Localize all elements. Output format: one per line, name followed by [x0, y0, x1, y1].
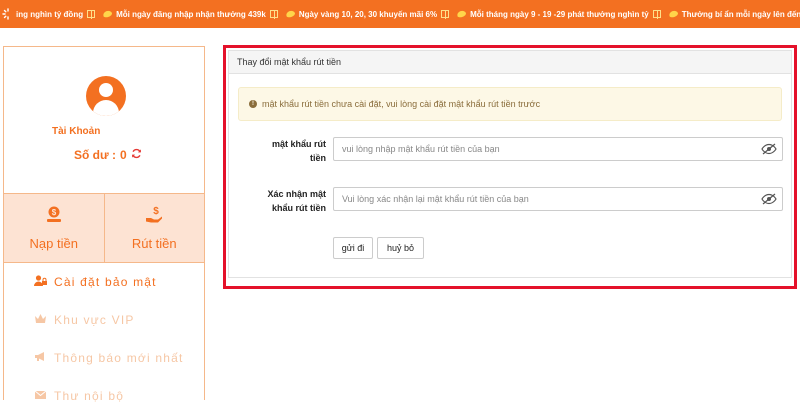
account-sidebar: Tài Khoản Số dư : 0 $ Nạp tiền $ Rút tiề… — [3, 46, 205, 403]
confirm-label-line2: khẩu rút tiền — [271, 203, 326, 213]
deposit-button[interactable]: $ Nạp tiền — [4, 194, 104, 262]
panel-title: Thay đổi mật khẩu rút tiền — [229, 51, 791, 74]
sidebar-item-inbox[interactable]: Thư nội bộ — [4, 377, 204, 415]
ticker-item: Mỗi ngày đăng nhập nhận thưởng 439k — [102, 9, 278, 19]
password-field — [333, 137, 783, 161]
password-label-line1: mật khẩu rút — [271, 139, 326, 149]
profile-card: Tài Khoản Số dư : 0 — [4, 47, 204, 194]
avatar-icon — [86, 76, 126, 116]
envelope-icon — [34, 389, 48, 403]
sidebar-item-security[interactable]: Cài đặt bảo mật — [4, 263, 204, 301]
ticker-item: ing nghìn tỷ đồng — [16, 10, 96, 19]
sidebar-item-label: Thư nội bộ — [54, 389, 125, 403]
crown-icon — [34, 313, 48, 327]
svg-text:$: $ — [153, 206, 159, 217]
withdraw-password-panel: Thay đổi mật khẩu rút tiền ! mật khẩu rú… — [223, 45, 797, 289]
password-label-line2: tiền — [309, 153, 326, 163]
megaphone-icon — [0, 0, 16, 28]
sidebar-item-label: Khu vực VIP — [54, 313, 135, 327]
password-row: mật khẩu rút tiền — [229, 137, 795, 165]
info-icon: ! — [249, 100, 257, 108]
gift-icon — [652, 10, 661, 19]
warning-alert: ! mật khẩu rút tiền chưa cài đặt, vui lò… — [238, 87, 782, 121]
balance-label: Số dư : — [74, 148, 117, 162]
user-lock-icon — [34, 275, 48, 289]
eye-slash-icon[interactable] — [756, 193, 782, 205]
withdraw-button[interactable]: $ Rút tiền — [103, 194, 204, 262]
withdraw-label: Rút tiền — [131, 236, 177, 251]
deposit-label: Nạp tiền — [29, 236, 78, 251]
balance: Số dư : 0 — [74, 148, 142, 162]
gift-icon — [87, 10, 96, 19]
sidebar-item-vip[interactable]: Khu vực VIP — [4, 301, 204, 339]
panel-body: Thay đổi mật khẩu rút tiền ! mật khẩu rú… — [228, 50, 792, 278]
ticker-item: Mỗi tháng ngày 9 - 19 -29 phát thưởng ng… — [456, 9, 661, 19]
coin-icon — [102, 9, 113, 19]
coin-icon — [667, 9, 679, 19]
megaphone-icon — [34, 351, 48, 365]
password-label: mật khẩu rút tiền — [229, 137, 330, 165]
cancel-button[interactable]: huỷ bỏ — [377, 237, 424, 259]
alert-text: mật khẩu rút tiền chưa cài đặt, vui lòng… — [262, 99, 541, 109]
gift-icon — [441, 10, 450, 19]
sidebar-menu: Cài đặt bảo mật Khu vực VIP Thông báo mớ… — [4, 263, 204, 415]
deposit-icon: $ — [44, 205, 64, 230]
confirm-label-line1: Xác nhận mật — [267, 189, 326, 199]
gift-icon — [269, 10, 278, 19]
ticker-item: Ngày vàng 10, 20, 30 khuyến mãi 6% — [285, 9, 450, 19]
withdraw-icon: $ — [144, 205, 164, 230]
eye-slash-icon[interactable] — [756, 143, 782, 155]
balance-value: 0 — [120, 148, 127, 162]
confirm-password-input[interactable] — [334, 189, 756, 209]
sidebar-item-label: Thông báo mới nhất — [54, 351, 184, 365]
coin-icon — [456, 9, 467, 19]
sidebar-item-label: Cài đặt bảo mật — [54, 275, 157, 289]
withdraw-password-input[interactable] — [334, 139, 756, 159]
sidebar-item-news[interactable]: Thông báo mới nhất — [4, 339, 204, 377]
svg-text:$: $ — [52, 208, 57, 217]
confirm-label: Xác nhận mật khẩu rút tiền — [229, 187, 330, 215]
account-label: Tài Khoản — [52, 126, 101, 137]
refresh-icon[interactable] — [131, 148, 142, 162]
submit-button[interactable]: gửi đi — [333, 237, 373, 259]
confirm-row: Xác nhận mật khẩu rút tiền — [229, 187, 795, 215]
announcement-ticker: ing nghìn tỷ đồng Mỗi ngày đăng nhập nhậ… — [0, 0, 800, 28]
ticker-item: Thưởng bí ẩn mỗi ngày lên đến nghìn tỷ — [667, 9, 800, 19]
coin-icon — [285, 9, 296, 19]
wallet-actions: $ Nạp tiền $ Rút tiền — [4, 194, 204, 263]
confirm-field — [333, 187, 783, 211]
